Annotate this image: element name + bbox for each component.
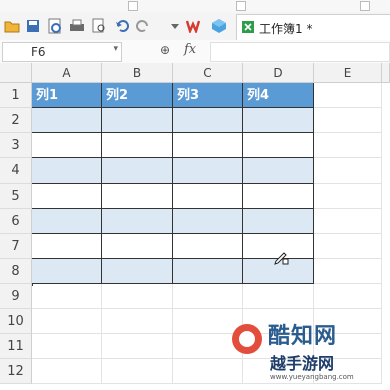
sheet-cell[interactable] — [102, 284, 173, 309]
table-cell[interactable] — [102, 234, 173, 259]
table-cell[interactable] — [102, 184, 173, 209]
watermark-logo-icon — [232, 324, 262, 354]
column-header-f[interactable] — [382, 63, 390, 83]
table-cell[interactable] — [173, 259, 243, 284]
table-cell[interactable] — [173, 158, 243, 184]
window-icon[interactable] — [236, 1, 246, 11]
print-icon[interactable] — [68, 17, 86, 35]
save-icon[interactable] — [24, 17, 42, 35]
table-header-cell[interactable]: 列4 — [243, 83, 314, 108]
row-header-10[interactable]: 10 — [0, 309, 32, 334]
table-cell[interactable] — [173, 133, 243, 158]
sheet-cell[interactable] — [314, 209, 382, 234]
sheet-cell[interactable] — [32, 334, 102, 359]
row-header-11[interactable]: 11 — [0, 334, 32, 359]
table-cell[interactable] — [32, 133, 102, 158]
row-header-12[interactable]: 12 — [0, 359, 32, 384]
sheet-cell[interactable] — [102, 309, 173, 334]
spreadsheet-icon — [241, 20, 255, 37]
table-cell[interactable] — [32, 234, 102, 259]
table-cell[interactable] — [102, 108, 173, 133]
dropdown-icon[interactable] — [166, 17, 184, 35]
table-cell[interactable] — [243, 133, 314, 158]
select-all-corner[interactable] — [0, 63, 32, 83]
sheet-cell[interactable] — [314, 234, 382, 259]
sheet-cell[interactable] — [314, 158, 382, 184]
table-cell[interactable] — [102, 259, 173, 284]
table-cell[interactable] — [173, 209, 243, 234]
table-cell[interactable] — [102, 209, 173, 234]
column-header-e[interactable]: E — [314, 63, 382, 83]
sheet-cell[interactable] — [102, 334, 173, 359]
table-cell[interactable] — [32, 209, 102, 234]
zoom-icon[interactable]: ⊕ — [160, 43, 170, 57]
cube-icon[interactable] — [210, 17, 228, 35]
table-cell[interactable] — [243, 108, 314, 133]
table-cell[interactable] — [243, 184, 314, 209]
name-box-value: F6 — [31, 45, 46, 59]
watermark-sub: 越手游网 — [270, 354, 335, 373]
row-header-4[interactable]: 4 — [0, 158, 32, 184]
column-header-a[interactable]: A — [32, 63, 102, 83]
sheet-cell[interactable] — [173, 284, 243, 309]
table-cell[interactable] — [243, 209, 314, 234]
print-preview-icon[interactable] — [90, 17, 108, 35]
fx-icon[interactable]: fx — [184, 42, 196, 57]
table-cell[interactable] — [32, 184, 102, 209]
row-header-5[interactable]: 5 — [0, 184, 32, 209]
table-cell[interactable] — [173, 108, 243, 133]
sheet-cell[interactable] — [314, 108, 382, 133]
row-header-2[interactable]: 2 — [0, 108, 32, 133]
sheet-cell[interactable] — [243, 284, 314, 309]
table-header-cell[interactable]: 列3 — [173, 83, 243, 108]
row-header-1[interactable]: 1 — [0, 83, 32, 108]
restore-icon[interactable] — [360, 1, 370, 11]
sheet-cell[interactable] — [32, 309, 102, 334]
column-header-c[interactable]: C — [173, 63, 243, 83]
row-header-7[interactable]: 7 — [0, 234, 32, 259]
sheet-cell[interactable] — [314, 259, 382, 284]
format-painter-cursor-icon — [273, 250, 289, 269]
column-header-d[interactable]: D — [243, 63, 314, 83]
sheet-cell[interactable] — [32, 284, 102, 309]
row-header-6[interactable]: 6 — [0, 209, 32, 234]
table-cell[interactable] — [102, 133, 173, 158]
undo-icon[interactable] — [113, 17, 131, 35]
table-header-cell[interactable]: 列2 — [102, 83, 173, 108]
watermark-url: www.yueyangbang.com — [270, 373, 354, 381]
document-tab-label: 工作簿1 * — [259, 21, 313, 36]
save-as-icon[interactable] — [46, 17, 64, 35]
sheet-cell[interactable] — [32, 359, 102, 384]
redo-icon[interactable] — [134, 17, 152, 35]
table-cell[interactable] — [32, 158, 102, 184]
row-header-9[interactable]: 9 — [0, 284, 32, 309]
table-cell[interactable] — [32, 259, 102, 284]
folder-icon[interactable] — [3, 17, 21, 35]
sheet-cell[interactable] — [314, 284, 382, 309]
chevron-down-icon[interactable]: ▾ — [113, 44, 118, 54]
table-cell[interactable] — [32, 108, 102, 133]
sheet-cell[interactable] — [314, 184, 382, 209]
formula-input[interactable] — [210, 42, 390, 62]
table-cell[interactable] — [102, 158, 173, 184]
watermark: 酷知网 越手游网 www.yueyangbang.com — [230, 318, 380, 388]
table-cell[interactable] — [173, 184, 243, 209]
table-cell[interactable] — [243, 158, 314, 184]
formula-bar: F6 ▾ ⊕ fx — [0, 40, 390, 64]
column-header-b[interactable]: B — [102, 63, 173, 83]
minimize-icon[interactable] — [128, 1, 138, 11]
name-box[interactable]: F6 ▾ — [2, 42, 122, 62]
document-tab[interactable]: 工作簿1 * — [236, 14, 390, 41]
sheet-cell[interactable] — [102, 359, 173, 384]
row-header-3[interactable]: 3 — [0, 133, 32, 158]
wps-logo-icon[interactable] — [186, 17, 204, 35]
sheet-cell[interactable] — [314, 133, 382, 158]
row-header-8[interactable]: 8 — [0, 259, 32, 284]
table-header-cell[interactable]: 列1 — [32, 83, 102, 108]
table-cell[interactable] — [173, 234, 243, 259]
sheet-cell[interactable] — [314, 83, 382, 108]
watermark-brand: 酷知网 — [268, 324, 338, 349]
